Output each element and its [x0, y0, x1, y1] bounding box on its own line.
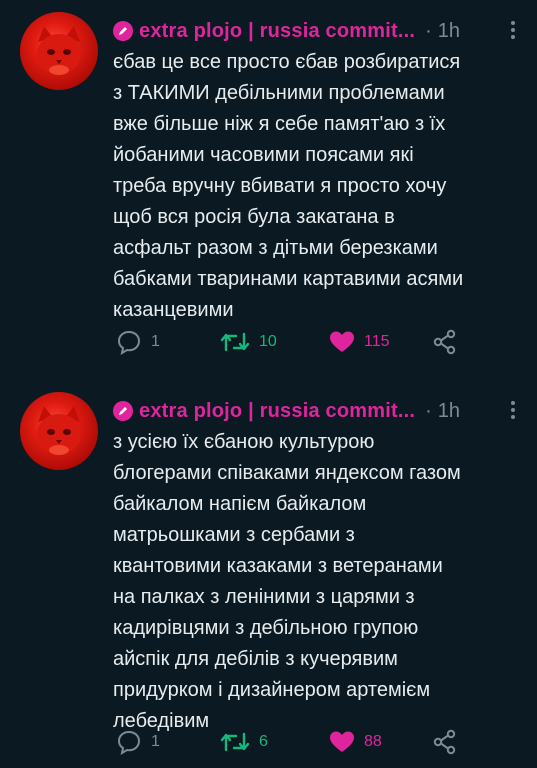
- heart-icon: [330, 731, 354, 752]
- share-button[interactable]: [432, 327, 458, 357]
- retweet-button[interactable]: 6: [220, 727, 268, 757]
- timestamp[interactable]: 1h: [438, 20, 460, 43]
- action-bar: 1 10 115: [116, 327, 526, 357]
- avatar[interactable]: [20, 12, 98, 90]
- pencil-icon: [113, 401, 133, 421]
- reply-count: 1: [151, 333, 160, 350]
- like-button[interactable]: 88: [329, 727, 382, 757]
- tweet-text: єбав це все просто єбав розбиратися з ТА…: [113, 51, 464, 321]
- like-count: 88: [364, 733, 382, 750]
- author-name[interactable]: extra plojo | russia commit...: [139, 400, 415, 423]
- share-icon: [433, 729, 456, 755]
- like-button[interactable]: 115: [329, 327, 390, 357]
- retweet-button[interactable]: 10: [220, 327, 277, 357]
- retweet-count: 10: [259, 333, 277, 350]
- tweet-text: з усією їх єбаною культурою блогерами сп…: [113, 431, 461, 732]
- more-vertical-icon[interactable]: [503, 400, 523, 423]
- retweet-count: 6: [259, 733, 268, 750]
- tweet-header: extra plojo | russia commit... · 1h: [113, 398, 523, 424]
- cat-avatar-image: [37, 26, 81, 75]
- tweet-header: extra plojo | russia commit... · 1h: [113, 18, 523, 44]
- heart-icon: [330, 331, 354, 352]
- share-icon: [433, 329, 456, 355]
- reply-button[interactable]: 1: [116, 327, 160, 357]
- separator-dot: ·: [425, 19, 432, 42]
- like-count: 115: [364, 333, 390, 350]
- action-bar: 1 6 88: [116, 727, 526, 757]
- retweet-icon: [220, 732, 250, 752]
- reply-count: 1: [151, 733, 160, 750]
- cat-avatar-image: [37, 406, 81, 455]
- more-vertical-icon[interactable]: [503, 20, 523, 43]
- author-name[interactable]: extra plojo | russia commit...: [139, 20, 415, 43]
- reply-button[interactable]: 1: [116, 727, 160, 757]
- separator-dot: ·: [425, 399, 432, 422]
- share-button[interactable]: [432, 727, 458, 757]
- avatar[interactable]: [20, 392, 98, 470]
- comment-icon: [117, 330, 141, 355]
- timestamp[interactable]: 1h: [438, 400, 460, 423]
- comment-icon: [117, 730, 141, 755]
- retweet-icon: [220, 332, 250, 352]
- pencil-icon: [113, 21, 133, 41]
